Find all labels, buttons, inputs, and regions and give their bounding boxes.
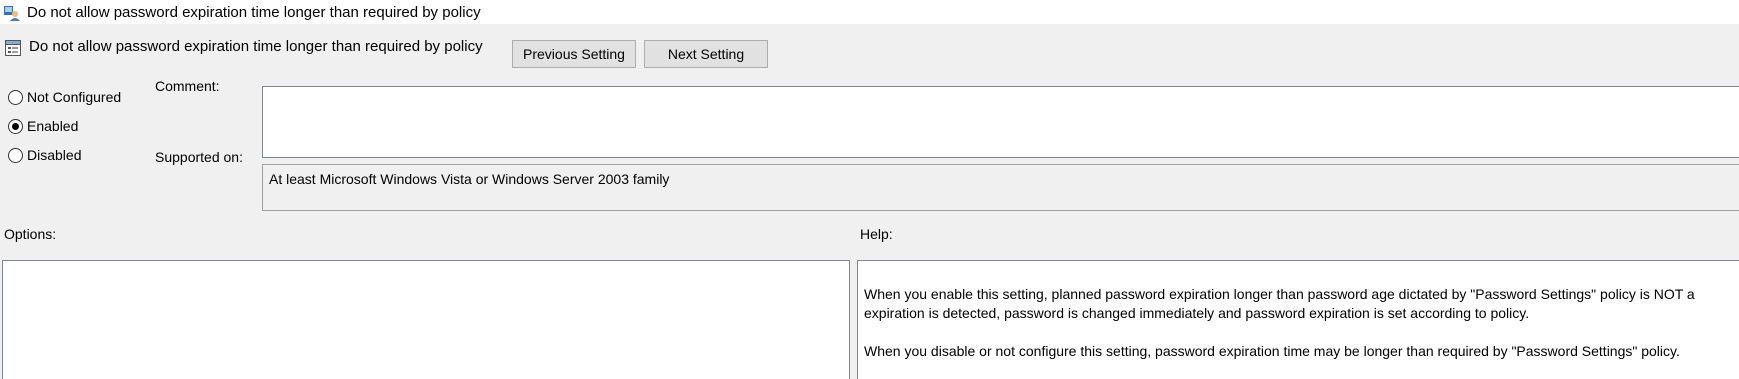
radio-circle[interactable] <box>8 89 23 105</box>
help-panel[interactable]: When you enable this setting, planned pa… <box>857 260 1739 379</box>
supported-on-label: Supported on: <box>155 149 243 165</box>
supported-on-value: At least Microsoft Windows Vista or Wind… <box>269 171 670 187</box>
title-bar: Do not allow password expiration time lo… <box>0 0 1739 24</box>
radio-circle[interactable] <box>8 147 23 163</box>
help-label: Help: <box>860 226 893 242</box>
policy-setting-icon <box>5 40 21 56</box>
enabled-radio[interactable]: Enabled <box>8 118 78 134</box>
radio-label: Not Configured <box>27 89 122 105</box>
policy-name: Do not allow password expiration time lo… <box>29 38 483 55</box>
options-label: Options: <box>4 226 57 242</box>
help-paragraph: When you enable this setting, planned pa… <box>864 286 1695 302</box>
help-paragraph: expiration is detected, password is chan… <box>864 305 1530 321</box>
window-title: Do not allow password expiration time lo… <box>27 3 481 21</box>
help-paragraph: When you disable or not configure this s… <box>864 343 1680 359</box>
radio-label: Disabled <box>27 147 82 163</box>
policy-header: Do not allow password expiration time lo… <box>0 36 1739 68</box>
group-policy-icon <box>4 6 20 21</box>
comment-label: Comment: <box>155 78 220 94</box>
help-text: When you enable this setting, planned pa… <box>864 285 1739 379</box>
next-setting-button[interactable]: Next Setting <box>644 40 768 68</box>
radio-circle[interactable] <box>8 118 23 134</box>
radio-label: Enabled <box>27 118 79 134</box>
previous-setting-button[interactable]: Previous Setting <box>512 40 636 68</box>
not-configured-radio[interactable]: Not Configured <box>8 89 121 105</box>
supported-on-field: At least Microsoft Windows Vista or Wind… <box>262 164 1739 211</box>
options-panel <box>2 260 850 379</box>
comment-field[interactable] <box>262 86 1739 158</box>
disabled-radio[interactable]: Disabled <box>8 147 81 163</box>
